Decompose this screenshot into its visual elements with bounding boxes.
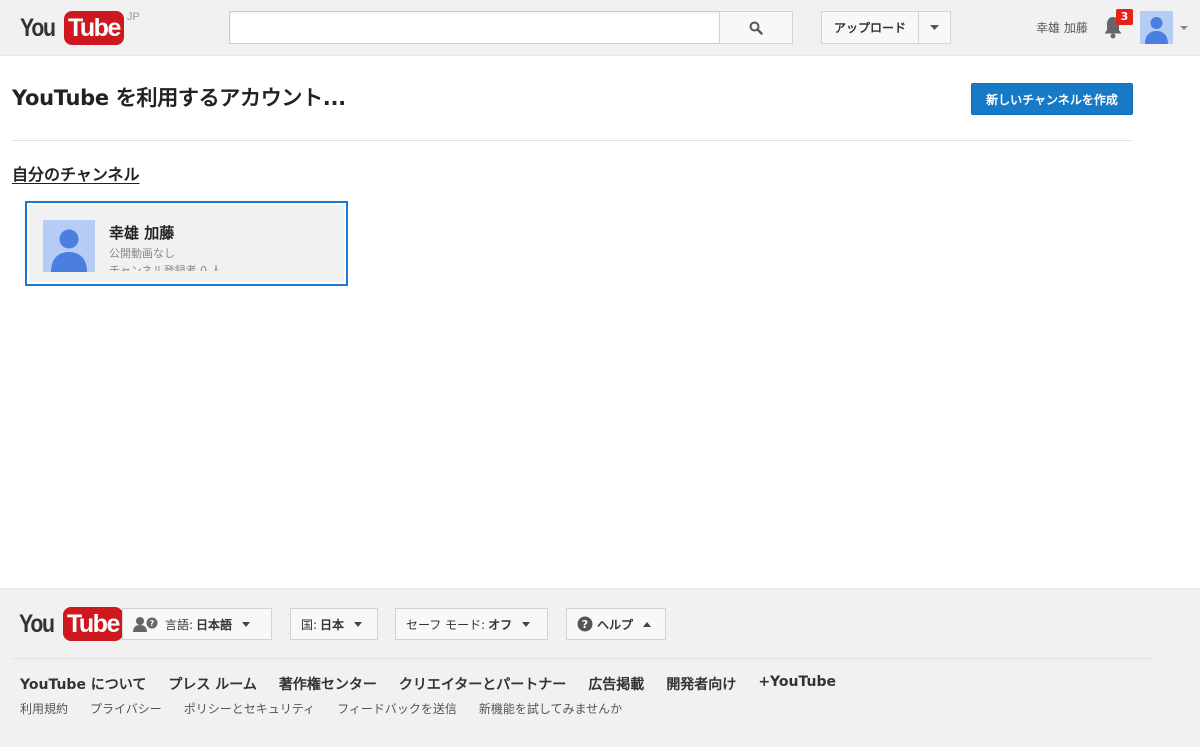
country-value: 日本 — [320, 617, 345, 632]
country-label: 国: — [301, 617, 318, 632]
create-channel-button[interactable]: 新しいチャンネルを作成 — [971, 83, 1133, 115]
footer-youtube-logo[interactable]: You Tube — [19, 607, 123, 641]
footer-link-plus-youtube[interactable]: +YouTube — [758, 674, 836, 694]
help-question-icon: ? — [577, 616, 593, 632]
caret-down-icon — [242, 621, 251, 627]
page-title: YouTube を利用するアカウント... — [12, 86, 346, 110]
footer-logo-tube-text: Tube — [63, 607, 123, 641]
channel-video-count: 公開動画なし — [109, 247, 175, 260]
logo-you-text: You — [20, 14, 56, 42]
footer-primary-links: YouTube について プレス ルーム 著作権センター クリエイターとパートナ… — [20, 674, 836, 694]
upload-menu-button[interactable] — [919, 11, 952, 44]
language-picker-button[interactable]: ? 言語: 日本語 — [122, 608, 272, 640]
default-user-icon — [51, 229, 87, 272]
country-picker-button[interactable]: 国: 日本 — [290, 608, 378, 640]
upload-button[interactable]: アップロード — [821, 11, 920, 44]
default-user-icon — [1145, 17, 1168, 44]
footer-link-about[interactable]: YouTube について — [20, 674, 146, 694]
channel-avatar — [43, 220, 95, 272]
safety-mode-button[interactable]: セーフ モード: オフ — [395, 608, 548, 640]
safety-mode-label: セーフ モード: — [406, 617, 486, 632]
account-username[interactable]: 幸雄 加藤 — [1036, 19, 1088, 36]
account-menu-caret-icon[interactable] — [1179, 24, 1189, 32]
caret-down-icon — [930, 25, 940, 30]
footer-link-press[interactable]: プレス ルーム — [168, 674, 256, 694]
channel-subscriber-count-wrap: チャンネル登録者 0 人 — [109, 263, 309, 271]
footer-link-terms[interactable]: 利用規約 — [20, 700, 68, 717]
youtube-logo[interactable]: You Tube JP — [20, 11, 140, 45]
title-divider — [12, 140, 1133, 141]
language-label: 言語: — [165, 617, 194, 632]
language-person-icon: ? — [133, 617, 158, 632]
svg-text:?: ? — [582, 618, 588, 631]
search-input[interactable] — [229, 11, 719, 44]
caret-up-icon — [643, 621, 652, 627]
help-label: ヘルプ — [597, 617, 634, 632]
safety-mode-value: オフ — [488, 617, 513, 632]
footer-link-copyright[interactable]: 著作権センター — [279, 674, 377, 694]
footer-link-privacy[interactable]: プライバシー — [90, 700, 162, 717]
footer-link-advertise[interactable]: 広告掲載 — [588, 674, 644, 694]
channel-card[interactable]: 幸雄 加藤 公開動画なし チャンネル登録者 0 人 — [25, 201, 348, 286]
caret-down-icon — [354, 621, 363, 627]
footer-link-new-features[interactable]: 新機能を試してみませんか — [479, 700, 622, 717]
footer-link-policy-safety[interactable]: ポリシーとセキュリティ — [184, 700, 315, 717]
language-value: 日本語 — [196, 617, 233, 632]
logo-tube-text: Tube — [64, 11, 124, 45]
channel-subscriber-count: チャンネル登録者 0 人 — [109, 264, 222, 271]
account-avatar[interactable] — [1140, 11, 1173, 44]
svg-text:?: ? — [150, 619, 155, 628]
footer: You Tube ? 言語: 日本語 国: 日本 セーフ モード: オフ ? ヘ… — [0, 588, 1200, 747]
caret-down-icon — [522, 621, 531, 627]
search-bar — [229, 11, 793, 44]
notification-count-badge: 3 — [1116, 9, 1133, 25]
search-icon — [749, 21, 763, 35]
masthead: You Tube JP アップロード 幸雄 加藤 3 — [0, 0, 1200, 56]
upload-group: アップロード — [821, 11, 952, 44]
footer-logo-you-text: You — [19, 610, 55, 638]
footer-link-feedback[interactable]: フィードバックを送信 — [337, 700, 457, 717]
channel-name: 幸雄 加藤 — [109, 224, 175, 242]
footer-link-developers[interactable]: 開発者向け — [666, 674, 736, 694]
search-button[interactable] — [719, 11, 793, 44]
channel-card-body: 幸雄 加藤 公開動画なし チャンネル登録者 0 人 — [29, 205, 344, 282]
footer-secondary-links: 利用規約 プライバシー ポリシーとセキュリティ フィードバックを送信 新機能を試… — [20, 700, 622, 717]
help-button[interactable]: ? ヘルプ — [566, 608, 666, 640]
main-content: YouTube を利用するアカウント... 新しいチャンネルを作成 自分のチャン… — [0, 57, 1200, 588]
my-channels-heading: 自分のチャンネル — [12, 165, 140, 184]
footer-divider — [12, 658, 1152, 659]
logo-region-label: JP — [126, 11, 140, 23]
footer-link-creators[interactable]: クリエイターとパートナー — [399, 674, 566, 694]
